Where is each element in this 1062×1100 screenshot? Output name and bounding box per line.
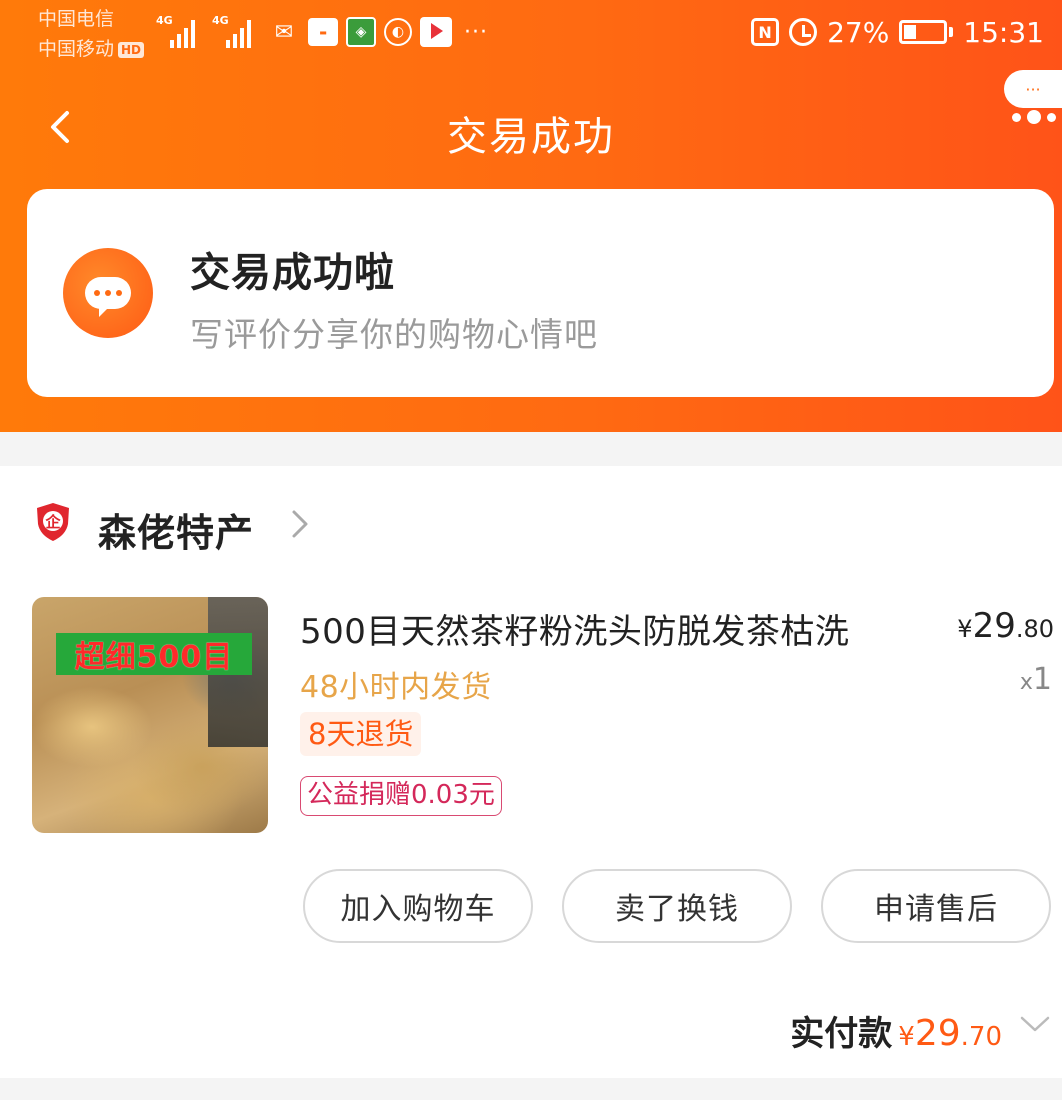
status-bar: 中国电信 中国移动 HD 4G 4G ✉ ▬ ◈ ◐ ··· N 27% 15:3… xyxy=(0,0,1062,68)
total-integer: 29 xyxy=(914,1013,961,1054)
review-prompt-text: 写评价分享你的购物心情吧 xyxy=(190,315,598,354)
battery-icon xyxy=(899,20,954,44)
chevron-down-icon[interactable] xyxy=(1018,1014,1052,1034)
more-menu-button[interactable]: ··· xyxy=(982,70,1062,150)
green-app-icon: ◈ xyxy=(346,17,376,47)
qty-value: 1 xyxy=(1032,662,1052,697)
total-label: 实付款 xyxy=(790,1014,893,1054)
price-symbol: ¥ xyxy=(957,615,973,643)
success-title: 交易成功啦 xyxy=(190,250,395,296)
circle-app-icon: ◐ xyxy=(384,18,412,46)
qty-x: x xyxy=(1019,670,1033,695)
price-integer: 29 xyxy=(972,606,1016,646)
shop-name[interactable]: 森佬特产 xyxy=(98,502,254,557)
after-sale-button[interactable]: 申请售后 xyxy=(821,869,1051,943)
product-price: ¥29.80 xyxy=(957,606,1054,646)
carrier-1: 中国电信 xyxy=(38,8,115,30)
product-title[interactable]: 500目天然茶籽粉洗头防脱发茶枯洗 xyxy=(300,604,900,653)
total-paid: 实付款 ¥ 29 .70 xyxy=(790,1006,1002,1055)
review-prompt-card[interactable]: 交易成功啦 写评价分享你的购物心情吧 xyxy=(27,189,1054,397)
nfc-icon: N xyxy=(751,18,780,46)
product-image-label: 超细500目 xyxy=(56,633,252,675)
alarm-icon xyxy=(789,18,818,46)
signal-icon-2: 4G xyxy=(212,14,262,48)
carrier-info: 中国电信 中国移动 HD xyxy=(38,4,145,64)
signal-icon: 4G xyxy=(156,14,206,48)
shop-badge-text: 企 xyxy=(44,513,61,531)
notification-icons: ✉ ▬ ◈ ◐ ··· xyxy=(268,16,492,48)
carrier-2: 中国移动 xyxy=(38,38,115,60)
battery-percent: 27% xyxy=(827,15,890,49)
total-decimal: .70 xyxy=(960,1022,1002,1052)
video-app-icon xyxy=(420,17,452,47)
status-right: N 27% 15:31 xyxy=(751,10,1044,54)
price-decimal: .80 xyxy=(1015,615,1054,643)
nav-bar: 交易成功 ··· xyxy=(0,70,1062,180)
resell-button[interactable]: 卖了换钱 xyxy=(562,869,792,943)
add-to-cart-button[interactable]: 加入购物车 xyxy=(303,869,533,943)
huawei-store-icon: ▬ xyxy=(308,18,338,46)
message-bubble-icon: ··· xyxy=(1004,70,1062,108)
return-policy-tag: 8天退货 xyxy=(300,712,422,756)
page-title: 交易成功 xyxy=(447,114,615,160)
shipping-info: 48小时内发货 xyxy=(300,670,492,705)
chevron-right-icon[interactable] xyxy=(288,506,312,542)
wechat-icon: ✉ xyxy=(274,19,294,45)
more-dots-icon xyxy=(1012,110,1056,124)
chat-bubble-icon xyxy=(63,248,153,338)
clock: 15:31 xyxy=(963,15,1044,49)
more-notifications-icon: ··· xyxy=(464,19,488,45)
product-image[interactable]: 超细500目 xyxy=(32,597,268,833)
total-symbol: ¥ xyxy=(898,1022,915,1052)
charity-tag: 公益捐赠0.03元 xyxy=(300,776,502,816)
order-card: 企 森佬特产 超细500目 500目天然茶籽粉洗头防脱发茶枯洗 ¥29.80 x… xyxy=(0,466,1062,1078)
hd-badge: HD xyxy=(118,41,145,58)
product-quantity: x1 xyxy=(1020,662,1052,697)
enterprise-shield-icon: 企 xyxy=(37,503,69,541)
